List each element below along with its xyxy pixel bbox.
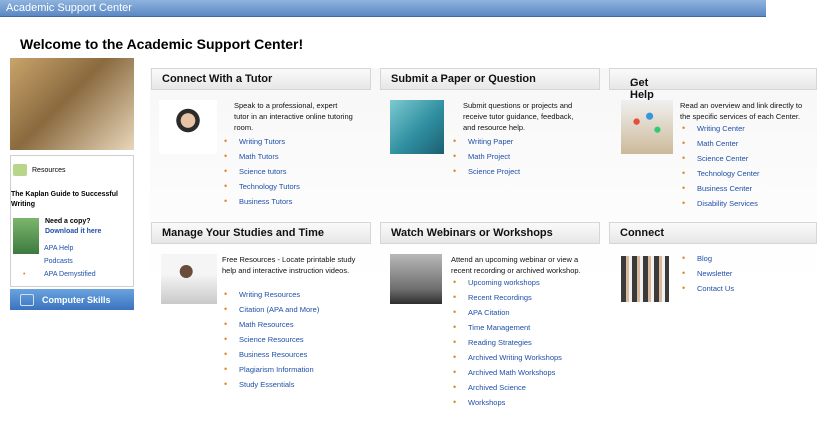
link-archived-writing-workshops[interactable]: Archived Writing Workshops <box>453 352 562 367</box>
link-upcoming-workshops[interactable]: Upcoming workshops <box>453 277 562 292</box>
link-math-resources[interactable]: Math Resources <box>224 319 319 334</box>
link-writing-paper[interactable]: Writing Paper <box>453 136 520 151</box>
connect-links: Blog Newsletter Contact Us <box>682 253 734 298</box>
computer-icon <box>20 293 34 306</box>
link-business-center[interactable]: Business Center <box>682 183 760 198</box>
link-technology-tutors[interactable]: Technology Tutors <box>224 181 300 196</box>
link-writing-tutors[interactable]: Writing Tutors <box>224 136 300 151</box>
link-newsletter[interactable]: Newsletter <box>682 268 734 283</box>
webinar-links: Upcoming workshops Recent Recordings APA… <box>453 277 562 412</box>
top-banner: Academic Support Center <box>0 0 766 17</box>
link-apa-citation[interactable]: APA Citation <box>453 307 562 322</box>
link-technology-center[interactable]: Technology Center <box>682 168 760 183</box>
link-writing-resources[interactable]: Writing Resources <box>224 289 319 304</box>
link-time-management[interactable]: Time Management <box>453 322 562 337</box>
link-plagiarism-information[interactable]: Plagiarism Information <box>224 364 319 379</box>
link-science-project[interactable]: Science Project <box>453 166 520 181</box>
card-title: Connect With a Tutor <box>162 73 273 85</box>
resources-panel: Resources The Kaplan Guide to Successful… <box>10 155 134 287</box>
link-recent-recordings[interactable]: Recent Recordings <box>453 292 562 307</box>
card-submit-paper: Submit a Paper or Question Submit questi… <box>380 68 600 218</box>
podcasts-link[interactable]: Podcasts <box>23 255 96 268</box>
link-business-resources[interactable]: Business Resources <box>224 349 319 364</box>
card-description: Speak to a professional, expert tutor in… <box>234 101 353 132</box>
card-header: Manage Your Studies and Time <box>151 222 371 244</box>
student-laptop-image <box>161 254 217 304</box>
card-description: Submit questions or projects and receive… <box>463 101 574 132</box>
hero-image <box>10 58 134 150</box>
card-header: Watch Webinars or Workshops <box>380 222 600 244</box>
need-copy-label: Need a copy? <box>45 218 91 225</box>
tutor-links: Writing Tutors Math Tutors Science tutor… <box>224 136 300 211</box>
resources-label: Resources <box>32 166 66 174</box>
link-math-center[interactable]: Math Center <box>682 138 760 153</box>
link-writing-center[interactable]: Writing Center <box>682 123 760 138</box>
manage-links: Writing Resources Citation (APA and More… <box>224 289 319 394</box>
card-title: Get Help From . . . <box>620 73 658 113</box>
link-study-essentials[interactable]: Study Essentials <box>224 379 319 394</box>
card-title: Submit a Paper or Question <box>391 73 536 85</box>
card-title: Watch Webinars or Workshops <box>391 227 553 239</box>
link-citation[interactable]: Citation (APA and More) <box>224 304 319 319</box>
computer-skills-button[interactable]: Computer Skills <box>10 289 134 310</box>
card-description: Attend an upcoming webinar or view a rec… <box>451 255 581 275</box>
card-get-help: Get Help From . . . Read an overview and… <box>609 68 817 218</box>
group-people-image <box>621 256 669 302</box>
link-business-tutors[interactable]: Business Tutors <box>224 196 300 211</box>
download-link[interactable]: Download it here <box>45 228 101 235</box>
computer-skills-label: Computer Skills <box>42 294 111 305</box>
link-reading-strategies[interactable]: Reading Strategies <box>453 337 562 352</box>
resources-links: APA Help Podcasts APA Demystified <box>23 242 96 281</box>
paper-links: Writing Paper Math Project Science Proje… <box>453 136 520 181</box>
link-archived-math-workshops[interactable]: Archived Math Workshops <box>453 367 562 382</box>
link-contact-us[interactable]: Contact Us <box>682 283 734 298</box>
help-links: Writing Center Math Center Science Cente… <box>682 123 760 213</box>
link-science-tutors[interactable]: Science tutors <box>224 166 300 181</box>
link-workshops[interactable]: Workshops <box>453 397 562 412</box>
card-header: Get Help From . . . <box>609 68 817 113</box>
kaplan-guide-title: The Kaplan Guide to Successful Writing <box>11 191 118 208</box>
card-title: Manage Your Studies and Time <box>162 227 324 239</box>
link-archived-science[interactable]: Archived Science <box>453 382 562 397</box>
apa-help-link[interactable]: APA Help <box>23 242 96 255</box>
card-header: Connect <box>609 222 817 244</box>
link-science-center[interactable]: Science Center <box>682 153 760 168</box>
card-header: Connect With a Tutor <box>151 68 371 90</box>
card-description: Free Resources - Locate printable study … <box>222 255 356 275</box>
help-image <box>621 100 673 154</box>
card-manage-studies: Manage Your Studies and Time Free Resour… <box>151 222 371 402</box>
page-title: Welcome to the Academic Support Center! <box>20 36 304 52</box>
link-blog[interactable]: Blog <box>682 253 734 268</box>
resources-icon <box>13 164 27 176</box>
card-title: Connect <box>620 227 664 239</box>
card-connect-tutor: Connect With a Tutor Speak to a professi… <box>151 68 371 218</box>
apa-demystified-link[interactable]: APA Demystified <box>23 268 96 281</box>
link-science-resources[interactable]: Science Resources <box>224 334 319 349</box>
resources-header: Resources <box>13 164 65 176</box>
site-title: Academic Support Center <box>6 2 132 14</box>
tutor-image <box>159 100 217 154</box>
link-math-project[interactable]: Math Project <box>453 151 520 166</box>
webinar-tablet-image <box>390 254 442 304</box>
card-webinars: Watch Webinars or Workshops Attend an up… <box>380 222 600 417</box>
ask-us-image <box>390 100 444 154</box>
card-description: Read an overview and link directly to th… <box>680 101 803 121</box>
link-math-tutors[interactable]: Math Tutors <box>224 151 300 166</box>
link-disability-services[interactable]: Disability Services <box>682 198 760 213</box>
card-header: Submit a Paper or Question <box>380 68 600 90</box>
card-connect: Connect Blog Newsletter Contact Us <box>609 222 817 312</box>
